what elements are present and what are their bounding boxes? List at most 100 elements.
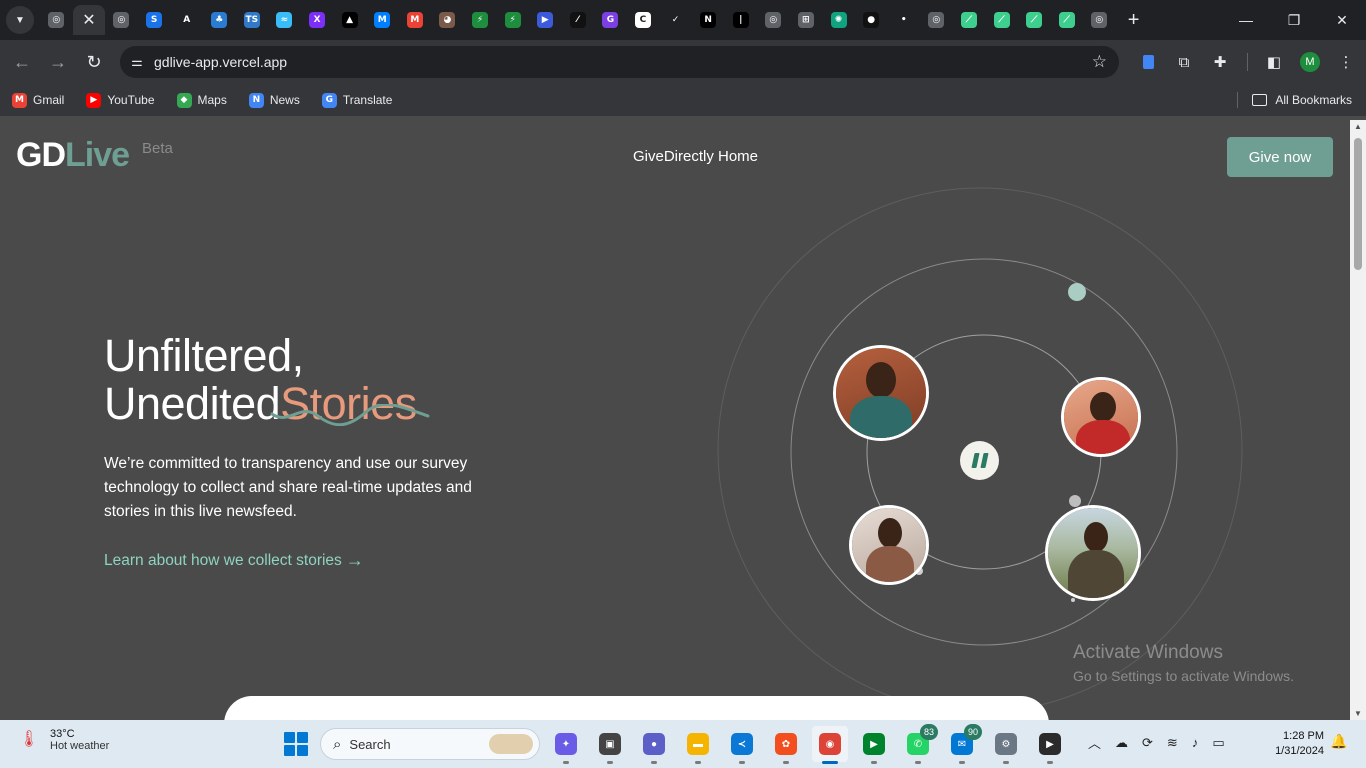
tab-29[interactable]: ⟋ [985,5,1018,35]
minimize-icon[interactable]: — [1222,0,1270,40]
url-text[interactable]: gdlive-app.vercel.app [154,54,287,70]
scroll-up-icon[interactable]: ▲ [1354,122,1362,131]
tab-0[interactable]: ◎ [40,5,73,35]
tab-16[interactable]: ⁄ [562,5,595,35]
gdlive-logo[interactable]: GDLive Beta [16,136,173,175]
learn-more-link[interactable]: Learn about how we collect stories → [104,550,364,571]
givedirectly-home-link[interactable]: GiveDirectly Home [633,148,758,165]
running-indicator [1003,761,1009,764]
tab-15[interactable]: ▶ [529,5,562,35]
bookmark-translate[interactable]: G Translate [321,92,392,108]
tab-6[interactable]: TS [236,5,269,35]
taskbar-app-teams[interactable]: ● [636,726,672,764]
tab-28[interactable]: ⟋ [953,5,986,35]
taskbar-app-file-explorer[interactable]: ▬ [680,726,716,764]
address-bar[interactable]: ⚌ gdlive-app.vercel.app ☆ [120,46,1119,78]
tab-3[interactable]: S [138,5,171,35]
taskbar-app-meet[interactable]: ▶ [856,726,892,764]
taskbar-app-chrome[interactable]: ◉ [812,726,848,764]
sync-icon[interactable]: ⟳ [1142,735,1153,751]
all-bookmarks-button[interactable]: All Bookmarks [1237,92,1352,108]
tab-32[interactable]: ◎ [1083,5,1116,35]
tab-24[interactable]: ✺ [822,5,855,35]
battery-icon[interactable]: ▭ [1212,735,1224,751]
site-settings-icon[interactable]: ⚌ [120,54,154,70]
slash-icon: ⁄ [569,12,586,28]
tab-27[interactable]: ◎ [920,5,953,35]
tab-14[interactable]: ⚡ [496,5,529,35]
extensions-puzzle-icon[interactable]: ✚ [1202,44,1238,80]
taskbar-app-figma[interactable]: ✿ [768,726,804,764]
tab-active-close-button[interactable]: ✕ [72,5,106,35]
tab-2[interactable]: ◎ [105,5,138,35]
profile-avatar[interactable]: M [1292,44,1328,80]
tab-23[interactable]: ⊞ [790,5,823,35]
taskbar-app-media-player[interactable]: ▶ [1032,726,1068,764]
tab-31[interactable]: ⟋ [1050,5,1083,35]
tab-13[interactable]: ⚡ [464,5,497,35]
activity-icon: ⚡ [472,12,489,28]
tab-20[interactable]: N [692,5,725,35]
clock[interactable]: 1:28 PM 1/31/2024 [1262,729,1324,759]
tab-22[interactable]: ◎ [757,5,790,35]
tab-7[interactable]: ≈ [268,5,301,35]
back-icon[interactable]: ← [4,44,40,80]
bookmark-maps[interactable]: ◆ Maps [176,92,227,108]
notification-bell-icon[interactable]: 🔔 [1330,733,1347,750]
onedrive-cloud-icon[interactable]: ☁ [1115,735,1128,751]
tab-12[interactable]: ◕ [431,5,464,35]
bookmark-star-icon[interactable]: ☆ [1092,52,1107,72]
taskbar-app-copilot[interactable]: ✦ [548,726,584,764]
scroll-thumb[interactable] [1354,138,1362,270]
taskbar-app-whatsapp[interactable]: ✆ 83 [900,724,938,764]
xd-icon: X [309,12,326,28]
restore-icon[interactable]: ❐ [1270,0,1318,40]
page-scrollbar[interactable]: ▲ ▼ [1350,120,1366,720]
tab-9[interactable]: ▲ [333,5,366,35]
storyteller-photo-2[interactable] [1061,377,1141,457]
more-menu-icon[interactable]: ⋮ [1328,44,1364,80]
feed-card [224,696,1049,720]
screen-capture-icon[interactable]: ⧉ [1166,44,1202,80]
taskbar-app-messages[interactable]: ✉ 90 [944,724,982,764]
taskbar-search[interactable]: ⌕ Search [320,728,540,760]
tab-10[interactable]: M [366,5,399,35]
tab-19[interactable]: ✓ [659,5,692,35]
bookmark-news[interactable]: N News [248,92,300,108]
tab-8[interactable]: X [301,5,334,35]
tab-11[interactable]: M [399,5,432,35]
tab-26[interactable]: • [887,5,920,35]
taskbar-app-vscode[interactable]: ≺ [724,726,760,764]
bookmark-gmail[interactable]: M Gmail [12,92,64,108]
storyteller-photo-3[interactable] [849,505,929,585]
side-panel-icon[interactable]: ◧ [1256,44,1292,80]
give-now-button[interactable]: Give now [1227,137,1333,177]
bookmark-youtube[interactable]: ▶ YouTube [86,92,155,108]
forward-icon[interactable]: → [40,44,76,80]
start-button[interactable] [284,732,308,756]
bookmark-label: YouTube [107,93,155,107]
taskbar-app-settings[interactable]: ⚙ [988,726,1024,764]
scroll-down-icon[interactable]: ▼ [1354,709,1362,718]
storyteller-photo-4[interactable] [1045,505,1141,601]
tab-5[interactable]: ♣ [203,5,236,35]
taskbar-app-task-view[interactable]: ▣ [592,726,628,764]
reload-icon[interactable]: ↻ [76,44,112,80]
tab-25[interactable]: ● [855,5,888,35]
tab-4[interactable]: A [170,5,203,35]
close-window-icon[interactable]: ✕ [1318,0,1366,40]
tab-18[interactable]: C [627,5,660,35]
docs-extension-icon[interactable] [1130,44,1166,80]
pause-button[interactable] [960,441,999,480]
wifi-icon[interactable]: ≋ [1167,735,1178,751]
tray-overflow-chevron-icon[interactable]: ︿ [1088,733,1101,752]
weather-widget[interactable]: 🌡 33°C Hot weather [18,728,109,752]
new-tab-button[interactable]: + [1120,6,1148,34]
figma-icon: ✿ [775,733,797,755]
storyteller-photo-1[interactable] [833,345,929,441]
tab-17[interactable]: G [594,5,627,35]
volume-icon[interactable]: ♪ [1192,735,1199,750]
tab-30[interactable]: ⟋ [1018,5,1051,35]
tab-21[interactable]: | [724,5,757,35]
tab-search-chevron-icon[interactable]: ▼ [6,6,34,34]
